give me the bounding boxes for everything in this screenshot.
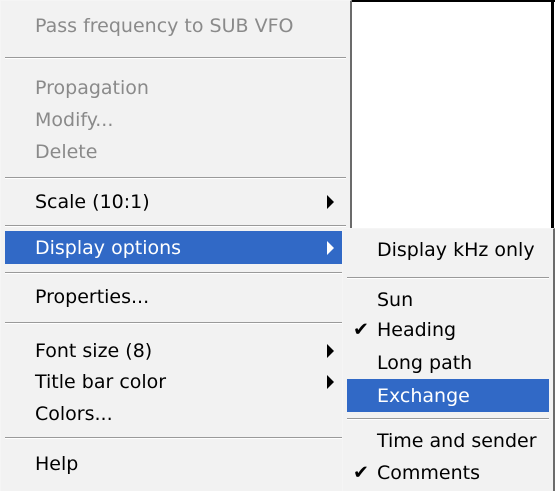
menu-item-font-size[interactable]: Font size (8) [5, 334, 346, 367]
menu-item-pass-frequency: Pass frequency to SUB VFO [5, 9, 346, 42]
menu-separator [347, 277, 549, 279]
background-window-border [350, 0, 555, 2]
menu-item-scale[interactable]: Scale (10:1) [5, 185, 346, 218]
menu-item-display-options[interactable]: Display options [5, 231, 346, 264]
submenu-item-time-and-sender[interactable]: Time and sender [347, 424, 549, 457]
menu-item-properties[interactable]: Properties... [5, 280, 346, 313]
menu-item-label: Pass frequency to SUB VFO [35, 14, 294, 37]
menu-item-label: Modify... [35, 108, 114, 131]
submenu-arrow-icon [327, 194, 334, 209]
submenu-arrow-icon [327, 240, 334, 255]
menu-item-colors[interactable]: Colors... [5, 397, 346, 430]
menu-separator [5, 225, 346, 227]
menu-item-label: Scale (10:1) [35, 190, 150, 213]
menu-separator [5, 437, 346, 439]
menu-item-delete: Delete [5, 135, 346, 168]
submenu-item-comments[interactable]: ✔ Comments [347, 456, 549, 489]
menu-separator [5, 322, 346, 324]
menu-item-label: Display options [35, 236, 182, 259]
submenu-arrow-icon [327, 374, 334, 389]
menu-item-label: Exchange [377, 384, 470, 407]
menu-item-label: Sun [377, 288, 414, 311]
menu-item-label: Display kHz only [377, 238, 535, 261]
menu-item-label: Comments [377, 461, 480, 484]
submenu-item-exchange[interactable]: Exchange [347, 379, 549, 412]
context-menu: Pass frequency to SUB VFO Propagation Mo… [0, 0, 352, 491]
submenu-item-sun[interactable]: Sun [347, 283, 549, 316]
menu-item-title-bar-color[interactable]: Title bar color [5, 365, 346, 398]
display-options-submenu: Display kHz only Sun ✔ Heading Long path… [342, 228, 555, 491]
menu-separator [5, 272, 346, 274]
checkmark-icon: ✔ [353, 318, 369, 341]
submenu-item-heading[interactable]: ✔ Heading [347, 313, 549, 346]
menu-separator [5, 177, 346, 179]
menu-item-label: Properties... [35, 285, 150, 308]
menu-item-label: Delete [35, 140, 98, 163]
menu-separator [347, 418, 549, 420]
menu-item-label: Font size (8) [35, 339, 153, 362]
menu-item-label: Propagation [35, 76, 149, 99]
menu-item-label: Help [35, 452, 79, 475]
menu-item-propagation: Propagation [5, 71, 346, 104]
menu-separator [5, 57, 346, 59]
submenu-item-long-path[interactable]: Long path [347, 346, 549, 379]
background-window [350, 0, 555, 230]
checkmark-icon: ✔ [353, 461, 369, 484]
submenu-arrow-icon [327, 343, 334, 358]
menu-item-label: Title bar color [35, 370, 167, 393]
menu-item-help[interactable]: Help [5, 447, 346, 480]
menu-item-label: Colors... [35, 402, 113, 425]
menu-item-label: Heading [377, 318, 457, 341]
menu-item-modify: Modify... [5, 103, 346, 136]
menu-item-label: Long path [377, 351, 473, 374]
menu-item-label: Time and sender [377, 429, 537, 452]
submenu-item-display-khz-only[interactable]: Display kHz only [347, 233, 549, 266]
